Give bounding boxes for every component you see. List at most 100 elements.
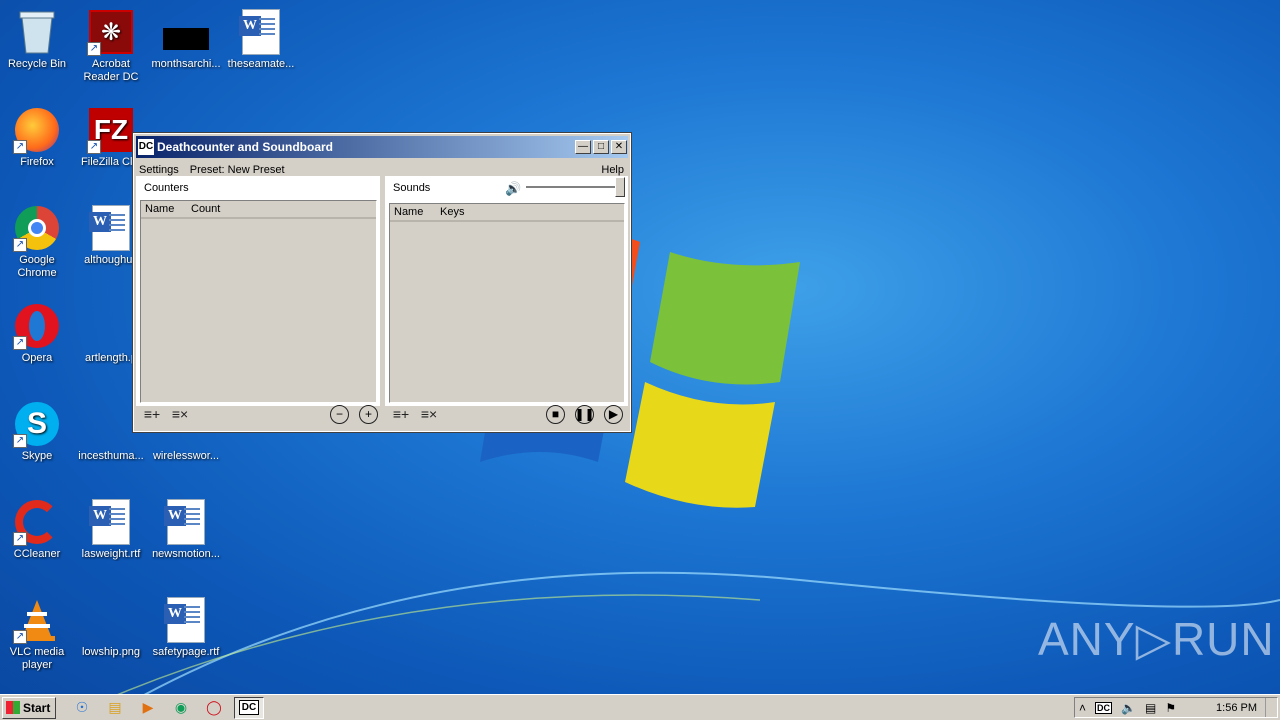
image-file-icon	[87, 596, 135, 644]
increment-icon[interactable]: +	[359, 404, 378, 424]
icon-label: lasweight.rtf	[81, 548, 141, 560]
desktop-icon-chrome[interactable]: ↗ Google Chrome	[0, 204, 74, 280]
pause-icon[interactable]: ❚❚	[574, 404, 595, 424]
desktop-icon-ccleaner[interactable]: ↗ CCleaner	[0, 498, 74, 561]
close-button[interactable]: ✕	[611, 140, 627, 154]
clear-sounds-icon[interactable]: ≡×	[419, 404, 439, 424]
volume-slider[interactable]	[526, 177, 625, 197]
desktop-icon-safetypage[interactable]: W safetypage.rtf	[149, 596, 223, 659]
stop-icon[interactable]: ■	[546, 404, 565, 424]
menu-preset[interactable]: Preset: New Preset	[190, 164, 285, 176]
deathcounter-taskbar-icon: DC	[238, 700, 260, 715]
action-center-flag-icon[interactable]: ⚑	[1165, 701, 1176, 715]
window-title: Deathcounter and Soundboard	[157, 140, 334, 154]
start-button[interactable]: Start	[2, 696, 56, 719]
file-icon	[87, 400, 135, 448]
word-document-icon: W	[87, 498, 135, 546]
desktop-icon-acrobat[interactable]: ❋ ↗ Acrobat Reader DC	[74, 8, 148, 84]
column-header-name[interactable]: Name	[141, 203, 187, 215]
counters-list[interactable]: Name Count	[140, 200, 377, 403]
anyrun-watermark: ANY▷RUN	[1038, 613, 1275, 665]
app-icon[interactable]: DC	[138, 139, 154, 155]
menu-settings[interactable]: Settings	[139, 164, 179, 176]
image-file-icon	[87, 302, 135, 350]
icon-label: newsmotion...	[152, 548, 220, 560]
volume-slider-thumb[interactable]	[615, 177, 625, 197]
icon-label: VLC media player	[9, 646, 65, 671]
menu-help[interactable]: Help	[601, 164, 624, 176]
desktop-icon-lasweight[interactable]: W lasweight.rtf	[74, 498, 148, 561]
word-document-icon: W	[162, 498, 210, 546]
word-document-icon: W	[162, 596, 210, 644]
decrement-icon[interactable]: −	[330, 404, 349, 424]
icon-label: safetypage.rtf	[152, 646, 220, 658]
minimize-button[interactable]: —	[575, 140, 591, 154]
volume-icon[interactable]: 🔈	[1121, 701, 1136, 715]
deathcounter-tray-icon[interactable]: DC	[1095, 701, 1113, 714]
network-icon[interactable]: ▤	[1145, 701, 1156, 715]
sounds-title: Sounds	[393, 182, 431, 194]
icon-label: incesthuma...	[78, 450, 144, 462]
counters-panel: Counters Name Count	[136, 176, 380, 406]
column-header-name[interactable]: Name	[390, 206, 436, 218]
chrome-taskbar-icon[interactable]: ◉	[169, 697, 193, 719]
desktop-icon-skype[interactable]: S ↗ Skype	[0, 400, 74, 463]
speaker-icon: 🔊	[505, 181, 522, 196]
icon-label: Recycle Bin	[7, 58, 67, 70]
icon-label: CCleaner	[13, 548, 61, 560]
ccleaner-icon: ↗	[13, 498, 61, 546]
opera-icon: ↗	[13, 302, 61, 350]
sounds-panel: Sounds 🔊 Name Keys	[385, 176, 628, 406]
shortcut-arrow-icon: ↗	[87, 140, 101, 154]
add-sound-icon[interactable]: ≡+	[391, 404, 411, 424]
counters-list-header: Name Count	[141, 201, 376, 219]
taskbar: Start ☉ ▤ ▶ ◉ ◯ DC ˄ DC 🔈 ▤ ⚑ 1:56 PM	[0, 694, 1280, 720]
desktop-icon-monthsarchi[interactable]: monthsarchi...	[149, 8, 223, 71]
column-header-keys[interactable]: Keys	[436, 206, 464, 218]
counters-title: Counters	[144, 182, 189, 194]
shortcut-arrow-icon: ↗	[13, 140, 27, 154]
shortcut-arrow-icon: ↗	[13, 238, 27, 252]
vlc-cone-icon: ↗	[13, 596, 61, 644]
clock[interactable]: 1:56 PM	[1216, 702, 1257, 714]
desktop-icon-theseamate[interactable]: W theseamate...	[224, 8, 298, 71]
column-header-count[interactable]: Count	[187, 203, 220, 215]
clear-counters-icon[interactable]: ≡×	[170, 404, 190, 424]
folder-icon[interactable]: ▤	[103, 697, 127, 719]
counters-toolbar: ≡+ ≡× − +	[142, 402, 378, 426]
sounds-toolbar: ≡+ ≡× ■ ❚❚ ▶	[391, 402, 623, 426]
skype-icon: S ↗	[13, 400, 61, 448]
icon-label: monthsarchi...	[151, 58, 221, 70]
shortcut-arrow-icon: ↗	[13, 434, 27, 448]
desktop-icon-newsmotion[interactable]: W newsmotion...	[149, 498, 223, 561]
internet-explorer-icon[interactable]: ☉	[70, 697, 94, 719]
icon-label: Skype	[21, 450, 53, 462]
icon-label: Opera	[21, 352, 53, 364]
sounds-list[interactable]: Name Keys	[389, 203, 625, 403]
add-counter-icon[interactable]: ≡+	[142, 404, 162, 424]
desktop-icon-vlc[interactable]: ↗ VLC media player	[0, 596, 74, 672]
media-player-icon[interactable]: ▶	[136, 697, 160, 719]
desktop-icon-recycle-bin[interactable]: Recycle Bin	[0, 8, 74, 71]
recycle-bin-icon	[13, 8, 61, 56]
maximize-button[interactable]: □	[593, 140, 609, 154]
opera-taskbar-icon[interactable]: ◯	[202, 697, 226, 719]
icon-label: theseamate...	[227, 58, 295, 70]
file-icon	[162, 8, 210, 56]
show-hidden-icons-icon[interactable]: ˄	[1079, 701, 1086, 715]
shortcut-arrow-icon: ↗	[13, 630, 27, 644]
icon-label: Acrobat Reader DC	[83, 58, 139, 83]
show-desktop-button[interactable]	[1265, 698, 1277, 717]
desktop-icon-firefox[interactable]: ↗ Firefox	[0, 106, 74, 169]
deathcounter-window: DC Deathcounter and Soundboard — □ ✕ Set…	[132, 132, 632, 433]
taskbar-item-deathcounter[interactable]: DC	[234, 696, 264, 719]
shortcut-arrow-icon: ↗	[13, 336, 27, 350]
icon-label: lowship.png	[81, 646, 141, 658]
chrome-icon: ↗	[13, 204, 61, 252]
desktop-icon-lowship[interactable]: lowship.png	[74, 596, 148, 659]
desktop-icon-opera[interactable]: ↗ Opera	[0, 302, 74, 365]
play-icon[interactable]: ▶	[604, 404, 623, 424]
title-bar[interactable]: DC Deathcounter and Soundboard — □ ✕	[136, 136, 628, 158]
shortcut-arrow-icon: ↗	[87, 42, 101, 56]
start-label: Start	[23, 700, 51, 715]
